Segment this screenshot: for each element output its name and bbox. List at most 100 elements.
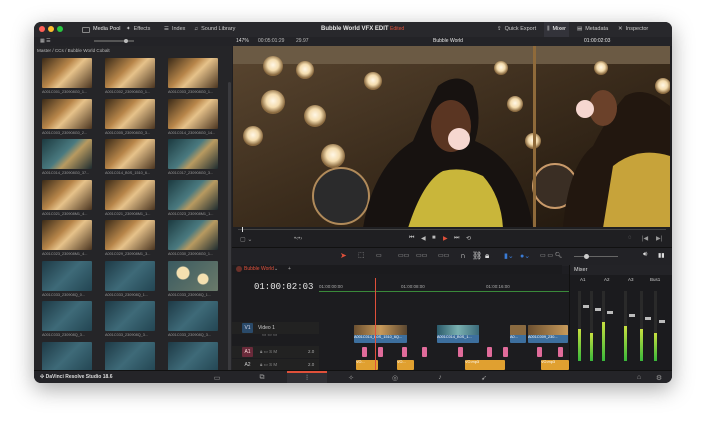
flag-icon[interactable]: ▮⌄ bbox=[504, 252, 514, 260]
page-color-icon[interactable]: ◎ bbox=[384, 371, 406, 383]
clip-thumbnail[interactable]: A001C003_230908G0_2... bbox=[42, 98, 92, 139]
position-lock-icon[interactable]: 🔒︎ bbox=[485, 251, 489, 261]
clip-thumbnail[interactable]: A001C023_230908M1_4... bbox=[42, 220, 92, 260]
sfx-clip[interactable] bbox=[378, 347, 383, 357]
video-clip[interactable]: A001C014_B0S_1... bbox=[437, 325, 479, 343]
fader-handle[interactable] bbox=[645, 317, 651, 320]
clip-thumbnail[interactable]: A001C017_230908G0_3... bbox=[168, 139, 218, 179]
trim-tool-icon[interactable]: ⬚ bbox=[358, 251, 365, 259]
reverse-button[interactable]: ◀ bbox=[421, 235, 426, 242]
metadata-toggle[interactable]: ▤ Metadata bbox=[577, 22, 608, 37]
sfx-clip[interactable] bbox=[362, 347, 367, 357]
maximize-window-button[interactable] bbox=[57, 26, 63, 32]
fader-handle[interactable] bbox=[595, 308, 601, 311]
clip-thumbnail[interactable]: A001C003_230908G0_1... bbox=[168, 58, 218, 98]
clip-thumbnail[interactable]: A001C033_230908Q_3... bbox=[105, 301, 155, 341]
page-media-icon[interactable]: ▭ bbox=[206, 371, 228, 383]
clip-thumbnail[interactable]: A001C030_230908G0_1... bbox=[168, 220, 218, 260]
clip-thumbnail[interactable]: A001C021_230908M1_4... bbox=[42, 179, 92, 220]
viewer-options-icon[interactable]: ▢ ⌄ bbox=[240, 236, 252, 243]
minimize-window-button[interactable] bbox=[48, 26, 54, 32]
match-frame-icon[interactable]: ◌ bbox=[628, 235, 632, 241]
sfx-clip[interactable] bbox=[503, 347, 508, 357]
close-window-button[interactable] bbox=[39, 26, 45, 32]
video-clip[interactable]: A001C014_B0S_1510_6Q... bbox=[354, 325, 407, 343]
scrubber-handle[interactable] bbox=[242, 227, 243, 232]
index-toggle[interactable]: ☰ Index bbox=[164, 22, 185, 37]
page-fairlight-icon[interactable]: ♪ bbox=[429, 371, 451, 383]
next-clip-icon[interactable]: ▶| bbox=[656, 235, 662, 242]
page-edit-icon[interactable]: ⫶ bbox=[287, 371, 327, 383]
blade-tool-icon[interactable]: ▭ bbox=[376, 252, 382, 259]
go-to-start-button[interactable]: ⏮ bbox=[409, 235, 414, 242]
marker-icon[interactable]: ●⌄ bbox=[520, 252, 530, 260]
clip-thumbnail[interactable]: A001C033_230908Q_3... bbox=[42, 301, 92, 341]
clip-thumbnail[interactable]: A001C033_230908Q_1... bbox=[105, 260, 155, 301]
video-clip[interactable]: A0... bbox=[510, 325, 526, 343]
page-fusion-icon[interactable]: ✧ bbox=[340, 371, 362, 383]
sound-library-toggle[interactable]: ♫ Sound Library bbox=[194, 22, 235, 37]
previous-clip-icon[interactable]: |◀ bbox=[642, 235, 648, 242]
clip-thumbnail[interactable]: A001C033_230908Q_1... bbox=[168, 260, 218, 301]
loop-button[interactable]: ⟲ bbox=[466, 235, 471, 242]
fader-handle[interactable] bbox=[607, 311, 613, 314]
stop-button[interactable]: ■ bbox=[432, 235, 436, 241]
settings-gear-icon[interactable]: ⚙ bbox=[648, 371, 670, 383]
go-to-end-button[interactable]: ⏭ bbox=[454, 235, 459, 242]
track-id[interactable]: A1 bbox=[242, 347, 253, 357]
sfx-clip[interactable] bbox=[537, 347, 542, 357]
clip-thumbnail[interactable]: A001C029_230908M1_3... bbox=[105, 220, 155, 260]
clip-thumbnail[interactable]: A001C021_230908M1_1... bbox=[105, 179, 155, 220]
sfx-clip[interactable] bbox=[422, 347, 427, 357]
play-button[interactable]: ▶ bbox=[443, 235, 448, 242]
overwrite-clip-icon[interactable]: ▭▭ bbox=[416, 252, 427, 259]
link-icon[interactable]: ⛓ bbox=[472, 251, 482, 260]
clip-thumbnail[interactable]: A001C023_230908M1_1... bbox=[168, 179, 218, 220]
clip-thumbnail[interactable]: A001C033_230908Q_3... bbox=[168, 301, 218, 341]
jog-icon[interactable]: •‹•› bbox=[294, 236, 302, 242]
media-pool-scrollbar[interactable] bbox=[228, 82, 231, 383]
page-deliver-icon[interactable]: ➹ bbox=[473, 371, 495, 383]
track-controls-icon[interactable]: 🔒︎ ▭ S M bbox=[260, 346, 277, 358]
inspector-toggle[interactable]: ✕ Inspector bbox=[618, 22, 648, 37]
viewer-frame[interactable] bbox=[233, 46, 670, 228]
insert-clip-icon[interactable]: ▭▭ bbox=[398, 252, 409, 259]
effects-toggle[interactable]: ✦ Effects bbox=[126, 22, 150, 37]
track-id[interactable]: A2 bbox=[242, 360, 253, 370]
fader-handle[interactable] bbox=[583, 305, 589, 308]
fader-handle[interactable] bbox=[629, 314, 635, 317]
timeline-view-icon[interactable]: ▭ ▭ 🔍︎ bbox=[540, 252, 562, 259]
clip-thumbnail[interactable]: A001C033_230908Q_0... bbox=[42, 260, 92, 301]
vo-clip[interactable]: VO... bbox=[397, 360, 414, 370]
sfx-clip[interactable] bbox=[458, 347, 463, 357]
bin-path[interactable]: Master / CCs / Bubble World Cobalt bbox=[37, 46, 110, 55]
sfx-clip[interactable] bbox=[487, 347, 492, 357]
add-timeline-icon[interactable]: + bbox=[288, 265, 291, 274]
quick-export-button[interactable]: ⇪ Quick Export bbox=[497, 22, 536, 37]
thumbnail-size-slider[interactable] bbox=[124, 39, 128, 43]
mixer-toggle[interactable]: ⫼ Mixer bbox=[544, 22, 569, 37]
clip-thumbnail[interactable]: A001C002_230908G0_1... bbox=[105, 58, 155, 98]
vo-clip[interactable]: VO.mp3 bbox=[465, 360, 505, 370]
audio-meter-icon[interactable]: ▮▮ bbox=[658, 252, 665, 259]
timeline-tab[interactable]: Bubble World bbox=[244, 265, 274, 274]
zoom-slider-handle[interactable] bbox=[584, 254, 589, 259]
timeline-ruler[interactable]: 01:00:00:00 01:00:08:00 01:00:16:00 bbox=[319, 278, 569, 293]
track-id[interactable]: V1 bbox=[242, 323, 253, 333]
fader-handle[interactable] bbox=[659, 320, 665, 323]
media-pool-toggle[interactable]: Media Pool bbox=[82, 22, 121, 37]
video-clip[interactable]: A001C009_230... bbox=[528, 325, 568, 343]
timeline-tab-close-icon[interactable] bbox=[236, 266, 242, 272]
playhead[interactable] bbox=[375, 278, 376, 370]
home-icon[interactable]: ⌂ bbox=[628, 371, 650, 383]
selection-tool-icon[interactable]: ➤ bbox=[340, 251, 347, 260]
track-controls-icon[interactable]: ▭ ▭ ▭ bbox=[262, 329, 277, 341]
chevron-down-icon[interactable]: ⌄ bbox=[274, 265, 278, 274]
clip-thumbnail[interactable]: A001C014_B0S_1510_6... bbox=[105, 139, 155, 179]
page-cut-icon[interactable]: ⧉ bbox=[251, 371, 273, 383]
clip-thumbnail[interactable]: A001C001_230908G0_1... bbox=[42, 58, 92, 98]
vo-clip[interactable]: VO.mp3 bbox=[541, 360, 569, 370]
clip-thumbnail[interactable]: A001C014_230908G0_37... bbox=[42, 139, 92, 179]
replace-clip-icon[interactable]: ▭▭ bbox=[438, 252, 449, 259]
sfx-clip[interactable] bbox=[558, 347, 563, 357]
